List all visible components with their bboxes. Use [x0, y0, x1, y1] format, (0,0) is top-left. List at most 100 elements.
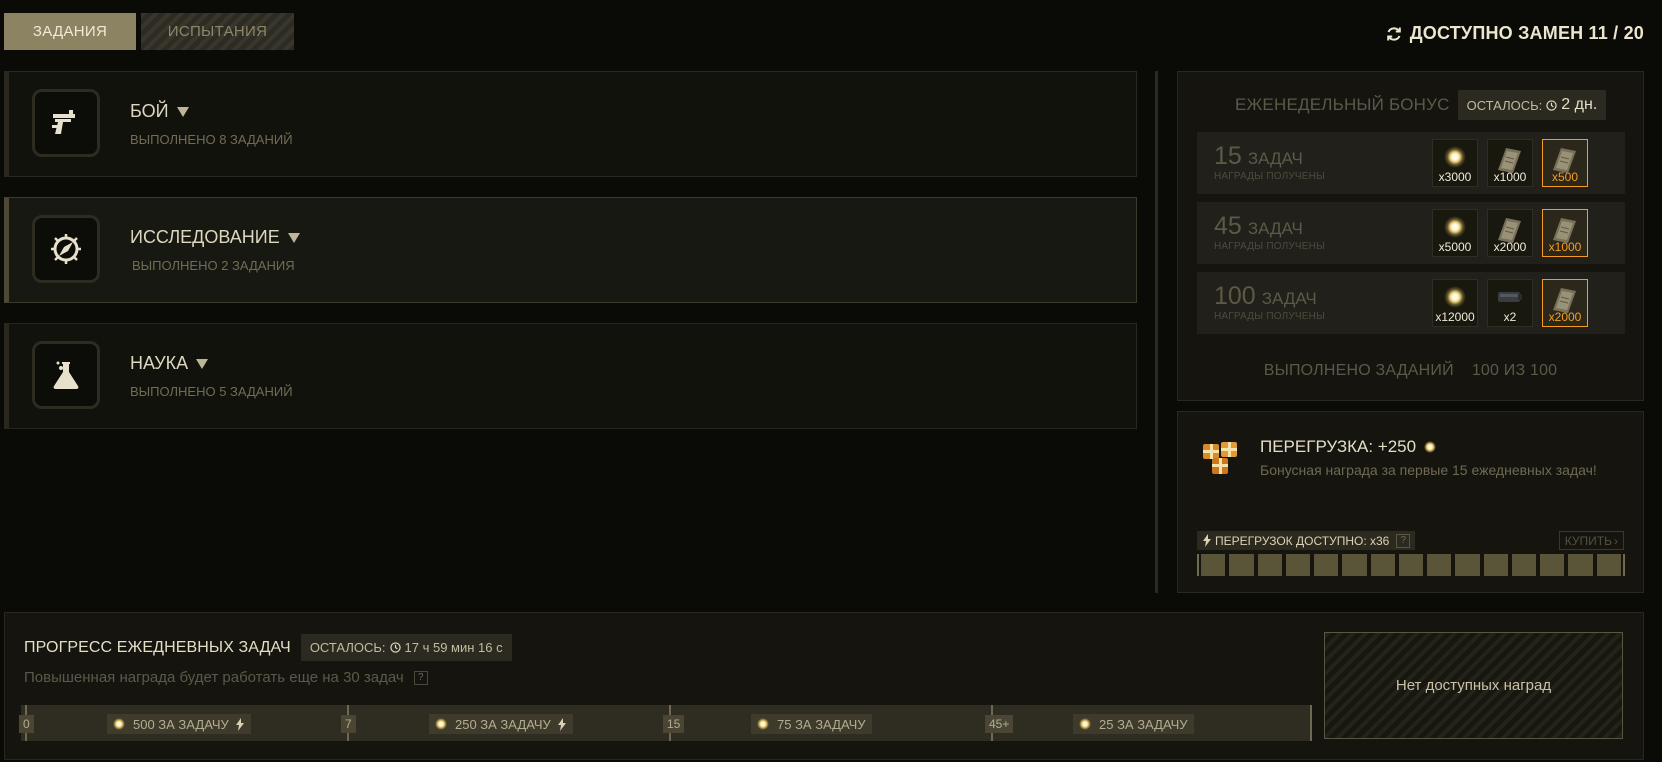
weekly-tier-row: 45 ЗАДАЧ НАГРАДЫ ПОЛУЧЕНЫ x5000 x2000 x1000 — [1197, 202, 1625, 264]
category-subtitle: ВЫПОЛНЕНО 8 ЗАДАНИЙ — [130, 132, 293, 147]
overload-segment — [1427, 554, 1452, 576]
reward-item[interactable]: x2 — [1487, 279, 1533, 327]
gift-boxes-icon — [1203, 442, 1237, 474]
screen: ЗАДАНИЯ ИСПЫТАНИЯ ДОСТУПНО ЗАМЕН 11 / 20… — [0, 0, 1662, 762]
clock-icon — [1546, 99, 1557, 111]
weekly-bonus-panel: ЕЖЕНЕДЕЛЬНЫЙ БОНУС ОСТАЛОСЬ: 2 дн. 15 ЗАД… — [1177, 71, 1644, 401]
lightning-icon — [557, 717, 566, 731]
overload-available: ПЕРЕГРУЗОК ДОСТУПНО: x36 ? — [1197, 531, 1416, 550]
overload-segment — [1229, 554, 1254, 576]
overload-title: ПЕРЕГРУЗКА: +250 — [1260, 437, 1437, 457]
tier-reward: 75 ЗА ЗАДАЧУ — [751, 714, 872, 734]
tier-reward: 25 ЗА ЗАДАЧУ — [1073, 714, 1194, 734]
reward-qty: x12000 — [1435, 310, 1475, 324]
milestone-mark: 7 — [341, 715, 356, 733]
compass-icon — [51, 234, 81, 264]
overload-segment — [1257, 554, 1282, 576]
overload-segment — [1455, 554, 1480, 576]
help-icon[interactable]: ? — [1396, 533, 1411, 548]
track-end — [1310, 705, 1312, 741]
milestone-mark: 45+ — [985, 715, 1014, 733]
reward-qty: x2 — [1503, 310, 1517, 324]
category-icon-frame — [32, 89, 100, 157]
reward-item[interactable]: x3000 — [1432, 139, 1478, 187]
tier-status: НАГРАДЫ ПОЛУЧЕНЫ — [1214, 241, 1326, 252]
tier-status: НАГРАДЫ ПОЛУЧЕНЫ — [1214, 311, 1326, 322]
overload-segment — [1540, 554, 1565, 576]
category-title: НАУКА — [130, 353, 209, 374]
daily-progress-track: 0 500 ЗА ЗАДАЧУ 7 250 ЗА ЗАДАЧУ 15 75 ЗА ЗАДА… — [19, 705, 1312, 741]
reward-item[interactable]: x1000 — [1487, 139, 1533, 187]
spark-icon — [1424, 441, 1437, 453]
overload-segment — [1398, 554, 1424, 576]
spark-icon — [757, 718, 769, 730]
tier-count: 100 ЗАДАЧ — [1214, 282, 1317, 310]
ticket-icon — [1553, 288, 1576, 313]
tier-reward: 250 ЗА ЗАДАЧУ — [429, 714, 573, 734]
reward-item[interactable]: x12000 — [1432, 279, 1478, 327]
overload-segment — [1314, 554, 1339, 576]
swaps-label: ДОСТУПНО ЗАМЕН 11 / 20 — [1409, 23, 1644, 43]
chevron-down-icon[interactable] — [176, 106, 189, 117]
buy-button[interactable]: КУПИТЬ › — [1558, 531, 1624, 550]
ticket-icon — [1498, 148, 1521, 173]
weekly-footer: ВЫПОЛНЕНО ЗАДАНИЙ 100 ИЗ 100 — [1263, 362, 1558, 379]
tier-status: НАГРАДЫ ПОЛУЧЕНЫ — [1214, 171, 1326, 182]
spark-icon — [1444, 216, 1466, 238]
category-exploration[interactable]: ИССЛЕДОВАНИЕ ВЫПОЛНЕНО 2 ЗАДАНИЯ — [4, 197, 1137, 303]
spark-icon — [1079, 718, 1091, 730]
daily-timer: ОСТАЛОСЬ: 17 ч 59 мин 16 с — [300, 634, 512, 661]
milestone-mark: 0 — [19, 715, 34, 733]
overload-panel: ПЕРЕГРУЗКА: +250 Бонусная награда за пер… — [1177, 411, 1644, 593]
reward-qty: x3000 — [1438, 170, 1472, 184]
category-science[interactable]: НАУКА ВЫПОЛНЕНО 5 ЗАДАНИЙ — [4, 323, 1137, 429]
chevron-down-icon[interactable] — [287, 232, 300, 243]
daily-header: ПРОГРЕСС ЕЖЕДНЕВНЫХ ЗАДАЧ ОСТАЛОСЬ: 17 ч… — [24, 634, 512, 661]
milestone-mark: 15 — [663, 715, 685, 733]
spark-icon — [113, 718, 125, 730]
overload-segment — [1201, 554, 1226, 576]
ticket-icon — [1553, 148, 1576, 173]
flask-icon — [53, 361, 79, 389]
weekly-tier-row: 100 ЗАДАЧ НАГРАДЫ ПОЛУЧЕНЫ x12000 x2 x2000 — [1197, 272, 1625, 334]
weekly-tier-row: 15 ЗАДАЧ НАГРАДЫ ПОЛУЧЕНЫ x3000 x1000 x500 — [1197, 132, 1625, 194]
reward-item[interactable]: x500 — [1542, 139, 1588, 187]
category-title: БОЙ — [130, 101, 189, 122]
overload-segment — [1511, 554, 1537, 576]
chevron-down-icon[interactable] — [196, 358, 209, 369]
no-rewards-box: Нет доступных наград — [1324, 632, 1623, 739]
spark-icon — [1444, 286, 1466, 308]
reward-item[interactable]: x1000 — [1542, 209, 1588, 257]
module-icon — [1498, 292, 1522, 302]
ticket-icon — [1498, 218, 1521, 243]
reward-item[interactable]: x2000 — [1542, 279, 1588, 327]
category-subtitle: ВЫПОЛНЕНО 2 ЗАДАНИЯ — [132, 258, 295, 273]
reward-item[interactable]: x5000 — [1432, 209, 1478, 257]
overload-segment — [1342, 554, 1367, 576]
overload-segment — [1568, 554, 1593, 576]
tab-tasks[interactable]: ЗАДАНИЯ — [4, 13, 136, 50]
clock-icon — [389, 642, 401, 653]
category-icon-frame — [32, 341, 100, 409]
reward-item[interactable]: x2000 — [1487, 209, 1533, 257]
pistol-icon — [52, 110, 75, 134]
panel-divider — [1155, 71, 1158, 593]
daily-title: ПРОГРЕСС ЕЖЕДНЕВНЫХ ЗАДАЧ — [24, 638, 291, 656]
lightning-icon — [235, 717, 244, 731]
overload-progress-bar — [1197, 554, 1625, 576]
help-icon[interactable]: ? — [413, 670, 428, 685]
tier-reward: 500 ЗА ЗАДАЧУ — [107, 714, 251, 734]
reward-qty: x5000 — [1438, 240, 1472, 254]
overload-segment — [1285, 554, 1311, 576]
overload-segment — [1370, 554, 1395, 576]
swaps-counter: ДОСТУПНО ЗАМЕН 11 / 20 — [1386, 23, 1644, 44]
tab-challenges[interactable]: ИСПЫТАНИЯ — [141, 13, 294, 50]
overload-segment — [1596, 554, 1621, 576]
refresh-icon — [1386, 26, 1401, 41]
tier-count: 15 ЗАДАЧ — [1214, 142, 1303, 170]
category-icon-frame — [32, 215, 100, 283]
spark-icon — [435, 718, 447, 730]
weekly-timer: ОСТАЛОСЬ: 2 дн. — [1457, 90, 1607, 120]
category-combat[interactable]: БОЙ ВЫПОЛНЕНО 8 ЗАДАНИЙ — [4, 71, 1137, 177]
overload-segment — [1483, 554, 1508, 576]
